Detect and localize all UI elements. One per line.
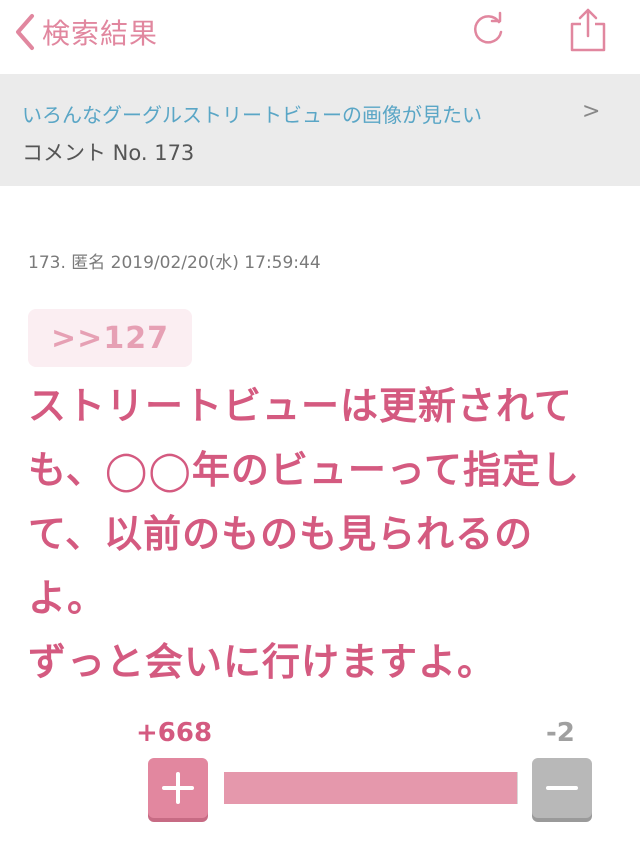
breadcrumb-current: コメント No. 173 <box>22 141 195 165</box>
minus-count: -2 <box>546 718 575 748</box>
breadcrumb-separator: > <box>582 99 601 124</box>
back-label: 検索結果 <box>42 17 159 50</box>
reload-icon[interactable] <box>468 10 508 50</box>
minus-icon <box>546 786 578 790</box>
reply-anchor-link[interactable]: >>127 <box>28 309 192 367</box>
breadcrumb-topic-link[interactable]: いろんなグーグルストリートビューの画像が見たい <box>22 99 482 128</box>
minus-vote-button[interactable] <box>532 758 592 818</box>
comment-meta: 173. 匿名 2019/02/20(水) 17:59:44 <box>28 253 321 273</box>
comment-body: ストリートビューは更新されて も、◯◯年のビューって指定し て、以前のものも見ら… <box>28 384 581 684</box>
breadcrumb <box>0 74 640 186</box>
share-icon[interactable] <box>566 6 610 54</box>
vote-ratio-fill <box>224 772 518 804</box>
top-bar: 検索結果 <box>0 0 640 74</box>
vote-ratio-bar <box>224 772 518 804</box>
plus-icon <box>162 772 194 804</box>
chevron-left-icon <box>16 14 34 50</box>
plus-count: +668 <box>136 718 213 748</box>
plus-vote-button[interactable] <box>148 758 208 818</box>
back-button[interactable]: 検索結果 <box>14 8 158 56</box>
